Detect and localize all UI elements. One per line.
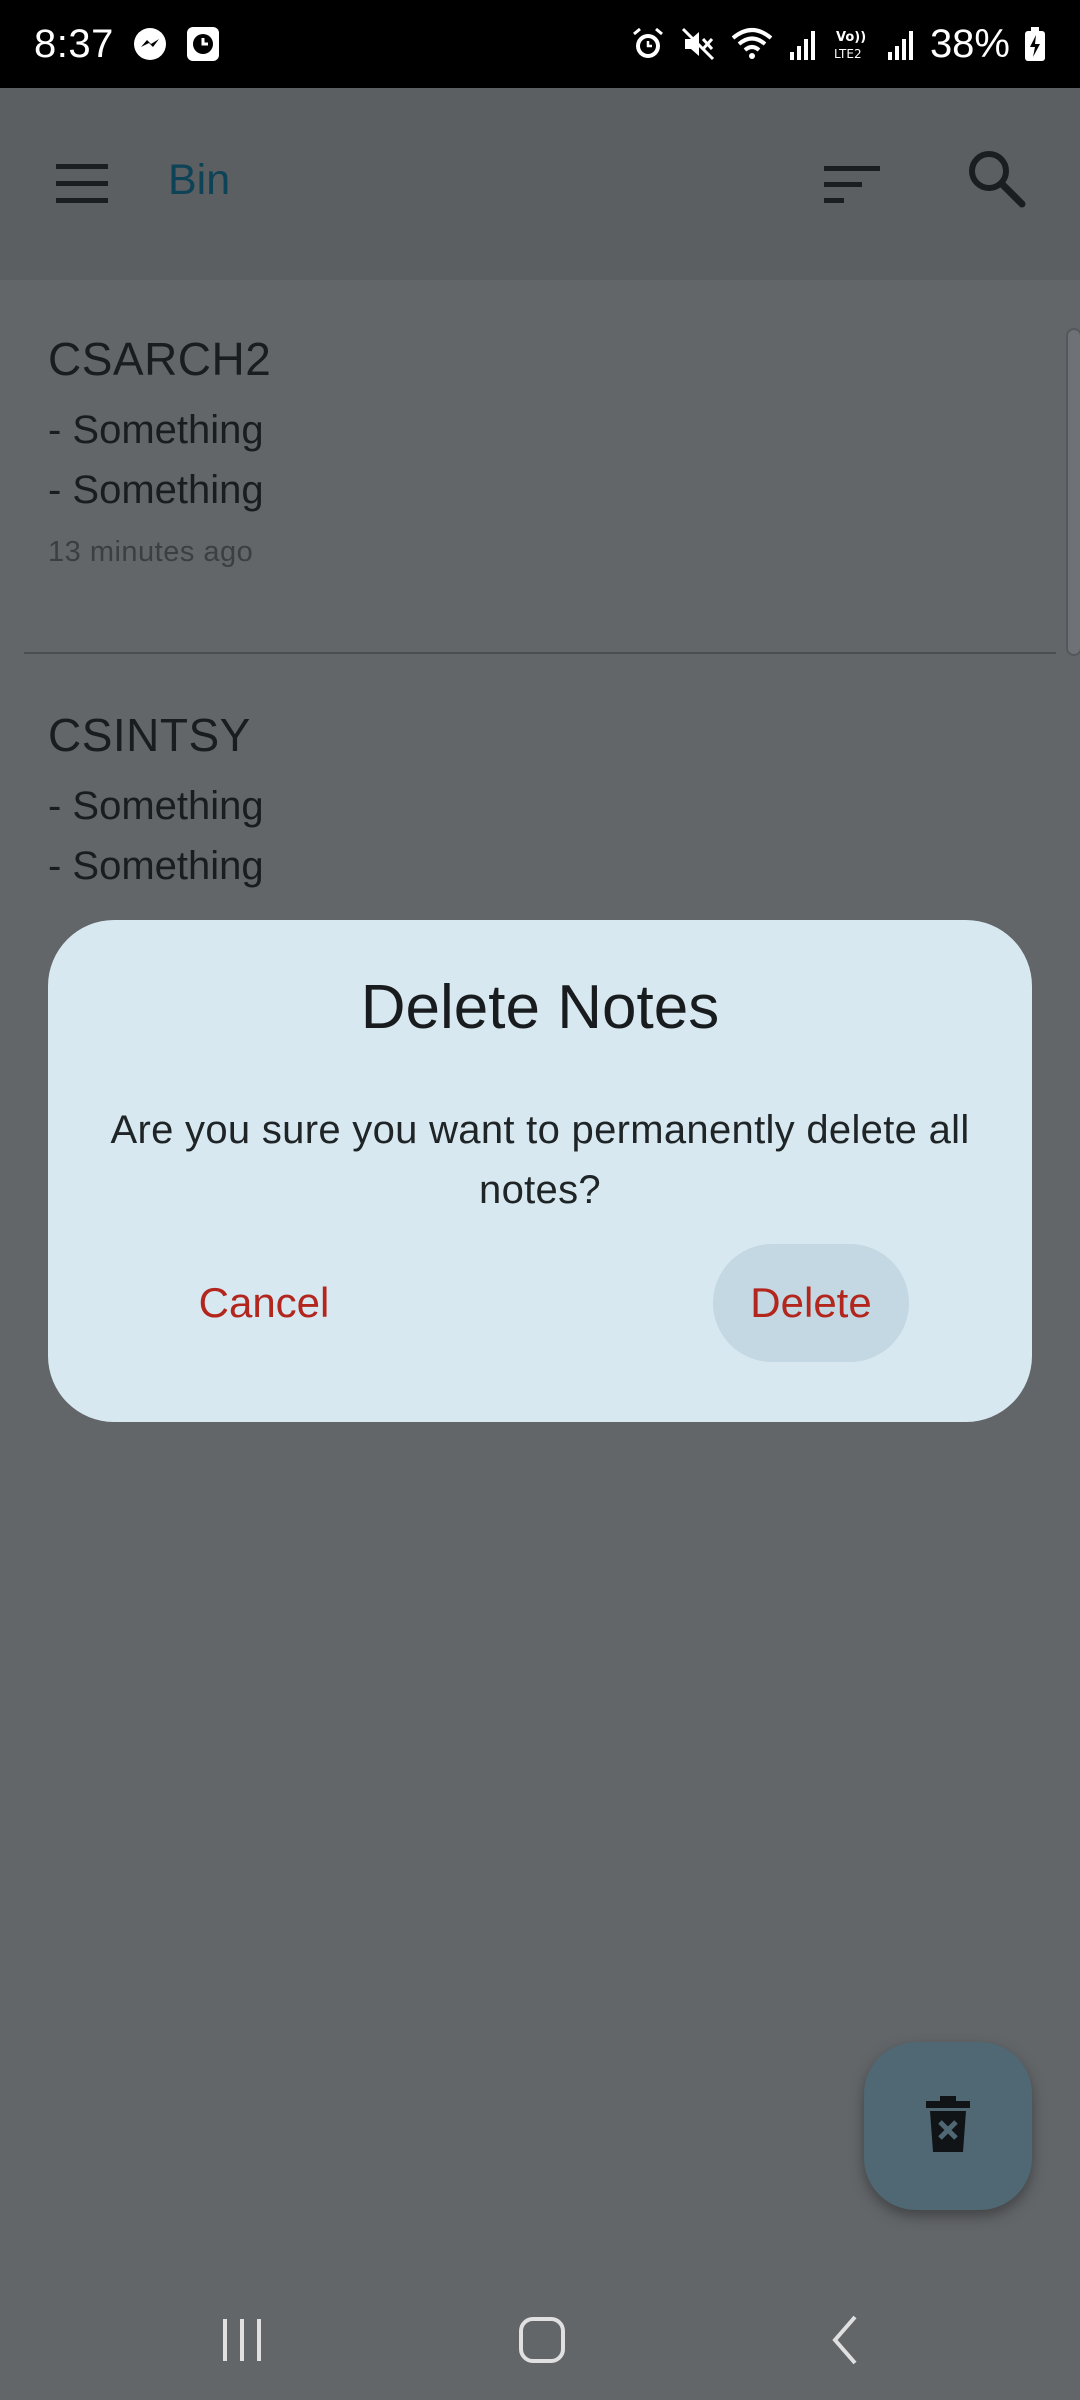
alarm-icon bbox=[630, 26, 666, 62]
dialog-message: Are you sure you want to permanently del… bbox=[110, 1108, 970, 1212]
battery-charging-icon bbox=[1024, 26, 1046, 62]
note-line: - Something bbox=[48, 408, 264, 452]
delete-button[interactable]: Delete bbox=[713, 1244, 909, 1362]
recents-icon[interactable] bbox=[202, 2310, 282, 2370]
scrollbar[interactable] bbox=[1066, 328, 1080, 656]
home-icon[interactable] bbox=[502, 2310, 582, 2370]
wifi-icon bbox=[730, 26, 774, 62]
cancel-button[interactable]: Cancel bbox=[178, 1244, 350, 1362]
back-icon[interactable] bbox=[806, 2310, 886, 2370]
volte-icon: Vo)) LTE2 bbox=[832, 26, 872, 62]
note-card[interactable]: CSINTSY - Something - Something bbox=[48, 708, 1028, 896]
status-time: 8:37 bbox=[34, 21, 114, 66]
app-bar: Bin bbox=[0, 88, 1080, 280]
note-title: CSINTSY bbox=[48, 709, 251, 761]
mute-icon bbox=[680, 26, 716, 62]
page-title: Bin bbox=[168, 156, 231, 204]
note-card[interactable]: CSARCH2 - Something - Something 13 minut… bbox=[48, 332, 1028, 569]
note-title: CSARCH2 bbox=[48, 333, 272, 385]
search-icon[interactable] bbox=[964, 146, 1028, 210]
svg-text:LTE2: LTE2 bbox=[834, 47, 862, 61]
hamburger-menu-icon[interactable] bbox=[52, 162, 112, 206]
sort-icon[interactable] bbox=[820, 162, 884, 206]
messenger-icon bbox=[132, 26, 168, 62]
battery-percent: 38% bbox=[929, 21, 1010, 66]
status-right: Vo)) LTE2 38% bbox=[630, 22, 1046, 67]
note-line: - Something bbox=[48, 784, 264, 828]
status-left: 8:37 bbox=[34, 22, 220, 67]
system-nav-bar bbox=[0, 2280, 1080, 2400]
note-line: - Something bbox=[48, 468, 264, 512]
signal-icon bbox=[788, 26, 818, 62]
status-bar: 8:37 Vo)) LTE2 38% bbox=[0, 0, 1080, 88]
clock-app-icon bbox=[186, 26, 220, 62]
divider bbox=[24, 652, 1056, 654]
svg-text:Vo)): Vo)) bbox=[836, 30, 866, 45]
delete-notes-dialog: Delete Notes Are you sure you want to pe… bbox=[48, 920, 1032, 1422]
signal-icon bbox=[886, 26, 916, 62]
dialog-title: Delete Notes bbox=[360, 973, 720, 1042]
note-timestamp: 13 minutes ago bbox=[48, 536, 254, 568]
empty-bin-fab[interactable] bbox=[864, 2042, 1032, 2210]
screen: 8:37 Vo)) LTE2 38% Bin CSARCH2 - Somethi… bbox=[0, 0, 1080, 2400]
delete-forever-icon bbox=[926, 2095, 970, 2157]
note-line: - Something bbox=[48, 844, 264, 888]
